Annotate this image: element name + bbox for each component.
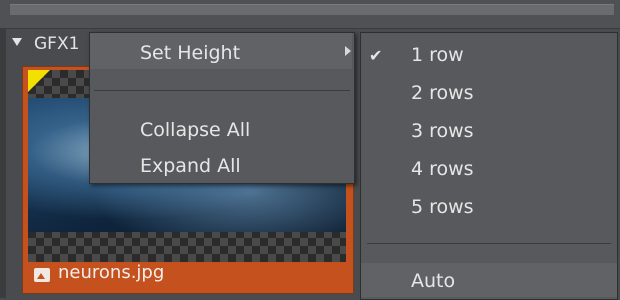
submenu-arrow-icon [345,46,351,56]
thumbnail-filename: neurons.jpg [58,262,165,283]
top-panel-strip [10,4,614,15]
submenu-item-5-rows[interactable]: 5 rows [411,195,474,219]
submenu-item-auto[interactable]: Auto [411,269,455,293]
left-edge [0,28,6,298]
submenu-item-4-rows[interactable]: 4 rows [411,157,474,181]
menu-item-collapse-all[interactable]: Collapse All [140,118,250,142]
checkmark-icon: ✔ [369,46,383,65]
menu-separator [94,90,350,91]
submenu-item-2-rows[interactable]: 2 rows [411,81,474,105]
menu-item-expand-all[interactable]: Expand All [140,154,241,178]
collapse-triangle-icon[interactable] [12,38,22,46]
submenu-highlight [361,263,617,297]
submenu-separator [367,243,611,244]
top-panel-bar [0,0,620,29]
group-label: GFX1 [34,34,80,54]
submenu-item-1-row[interactable]: 1 row [411,43,464,67]
height-submenu: ✔ 1 row 2 rows 3 rows 4 rows 5 rows Auto [360,32,618,300]
image-icon [34,268,50,282]
menu-item-set-height[interactable]: Set Height [140,41,240,65]
context-menu: Set Height Collapse All Expand All [89,32,355,184]
submenu-item-3-rows[interactable]: 3 rows [411,119,474,143]
selection-corner-marker [28,70,50,92]
